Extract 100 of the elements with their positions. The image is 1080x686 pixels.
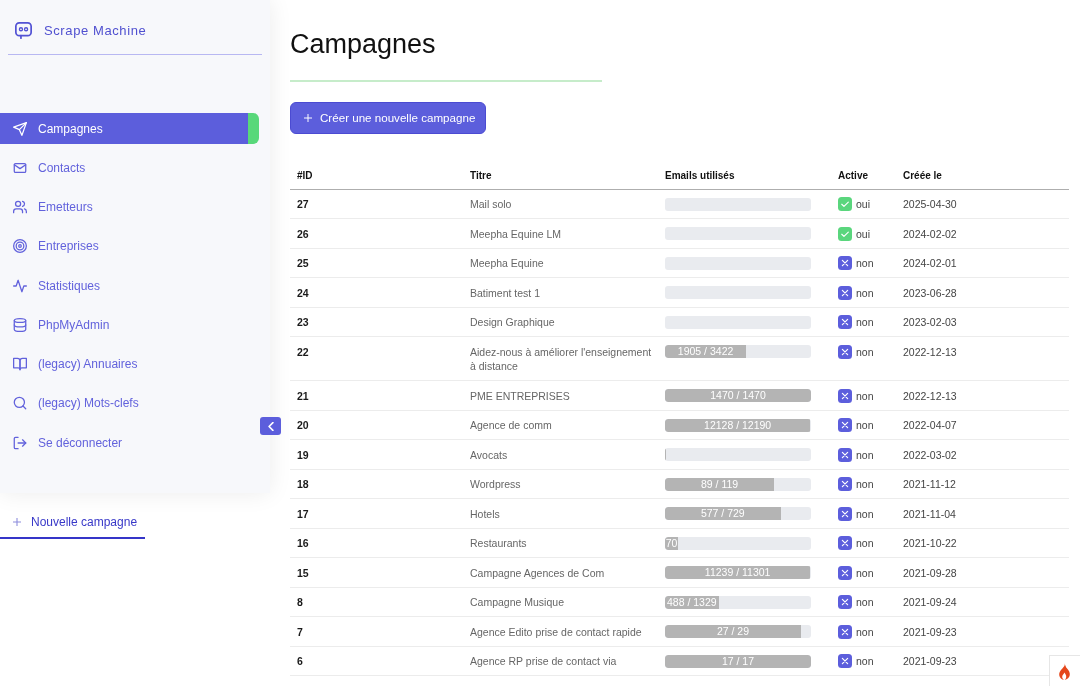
table-cell: Wordpress: [463, 469, 660, 499]
sidebar-item[interactable]: (legacy) Annuaires: [0, 348, 259, 380]
table-cell: 8: [290, 587, 463, 617]
table-cell: PME ENTREPRISES: [463, 380, 660, 410]
sidebar-item[interactable]: PhpMyAdmin: [0, 309, 259, 341]
table-cell: 25: [290, 248, 463, 278]
table-cell: 16: [290, 528, 463, 558]
plus-icon: [13, 518, 21, 526]
table-cell: 2021-11-12: [896, 469, 1069, 499]
status-label: non: [856, 624, 874, 639]
progress-fill: 577 / 729: [665, 507, 781, 520]
column-header: #ID: [290, 160, 463, 189]
column-header: Active: [831, 160, 896, 189]
table-cell: Restaurants: [463, 528, 660, 558]
status-label: non: [856, 565, 874, 580]
status-label: non: [856, 388, 874, 403]
sidebar-item[interactable]: Entreprises: [0, 230, 259, 262]
table-cell: Agence Edito prise de contact rapide: [463, 616, 660, 646]
sidebar-item[interactable]: Emetteurs: [0, 191, 259, 223]
table-cell: Agence RP prise de contact via: [463, 646, 660, 676]
status-label: non: [856, 315, 874, 329]
status-label: non: [856, 595, 874, 609]
status-label: oui: [856, 226, 870, 241]
table-cell: 2022-12-13: [896, 380, 1069, 410]
status-label: non: [856, 536, 874, 550]
table-cell: 24: [290, 277, 463, 307]
status-label: non: [856, 477, 874, 491]
page-title: Campagnes: [290, 28, 436, 60]
sidebar-item[interactable]: Statistiques: [0, 270, 259, 301]
floating-button[interactable]: [1049, 655, 1080, 686]
plus-icon: [304, 113, 312, 122]
table-cell: Campagne Musique: [463, 587, 660, 617]
status-label: non: [856, 344, 874, 359]
table-cell: 2025-04-30: [896, 189, 1069, 219]
table-cell: Campagne Agences de Com: [463, 557, 660, 587]
book-icon: [13, 357, 27, 371]
new-campaign-link[interactable]: Nouvelle campagne: [0, 513, 145, 539]
table-cell: 2021-09-23: [896, 616, 1069, 646]
table-cell: 23: [290, 307, 463, 337]
table-cell: 2021-11-04: [896, 498, 1069, 528]
status-label: non: [856, 654, 874, 668]
target-icon: [13, 239, 27, 254]
table-cell: 27: [290, 189, 463, 219]
progress-fill: 488 / 1329: [665, 595, 719, 609]
table-cell: 2021-09-28: [896, 557, 1069, 587]
table-cell: Hotels: [463, 498, 660, 528]
table-cell: Aidez-nous à améliorer l'enseignement à distance: [463, 336, 660, 381]
table-cell: 2022-04-07: [896, 410, 1069, 440]
progress-fill: 27 / 29: [665, 625, 801, 638]
progress-fill: 1470 / 1470: [665, 389, 811, 402]
table-cell: 2022-03-02: [896, 439, 1069, 469]
table-cell: Agence de comm: [463, 410, 660, 440]
progress-fill: 17 / 17: [665, 654, 811, 668]
table-cell: 18: [290, 469, 463, 499]
database-icon: [13, 317, 27, 332]
column-header: Créée le: [896, 160, 1069, 189]
column-header: Emails utilisés: [660, 160, 831, 189]
table-cell: 7: [290, 616, 463, 646]
table-cell: 6: [290, 646, 463, 676]
status-label: oui: [856, 197, 870, 211]
sidebar-item[interactable]: (legacy) Mots-clefs: [0, 387, 259, 419]
table-cell: Mail solo: [463, 189, 660, 219]
progress-fill: 89 / 119: [665, 477, 775, 491]
table-cell: 2024-02-02: [896, 218, 1069, 248]
create-campaign-button[interactable]: Créer une nouvelle campagne: [290, 101, 487, 134]
progress-fill: 11239 / 11301: [665, 566, 811, 579]
pulse-icon: [13, 278, 27, 293]
table-cell: Design Graphique: [463, 307, 660, 337]
status-label: non: [856, 506, 874, 521]
people-icon: [13, 200, 27, 214]
status-label: non: [856, 447, 874, 462]
progress-fill: 12128 / 12190: [665, 418, 811, 432]
table-cell: 2023-06-28: [896, 277, 1069, 307]
table-cell: 20: [290, 410, 463, 440]
progress-fill: 70: [665, 536, 679, 550]
table-cell: 19: [290, 439, 463, 469]
status-label: non: [856, 285, 874, 300]
search-icon: [13, 396, 27, 411]
table-cell: 2021-10-22: [896, 528, 1069, 558]
sidebar-item[interactable]: Contacts: [0, 152, 259, 184]
table-cell: Meepha Equine: [463, 248, 660, 278]
table-cell: 2023-02-03: [896, 307, 1069, 337]
paper-plane-icon: [13, 121, 27, 136]
status-label: non: [856, 256, 874, 270]
table-cell: Meepha Equine LM: [463, 218, 660, 248]
status-label: non: [856, 418, 874, 432]
table-cell: 21: [290, 380, 463, 410]
app-name: Scrape Machine: [44, 22, 147, 38]
sidebar-item[interactable]: Se déconnecter: [0, 427, 259, 458]
envelope-icon: [13, 160, 27, 175]
table-cell: 2024-02-01: [896, 248, 1069, 278]
table-cell: 26: [290, 218, 463, 248]
chevron-left-icon: [267, 421, 274, 431]
table-cell: 15: [290, 557, 463, 587]
flame-icon: [1059, 662, 1071, 680]
table-cell: 22: [290, 336, 463, 381]
table-cell: 17: [290, 498, 463, 528]
collapse-button[interactable]: [260, 417, 281, 435]
robot-face-icon: [15, 21, 32, 39]
sidebar-item[interactable]: Campagnes: [0, 113, 259, 144]
